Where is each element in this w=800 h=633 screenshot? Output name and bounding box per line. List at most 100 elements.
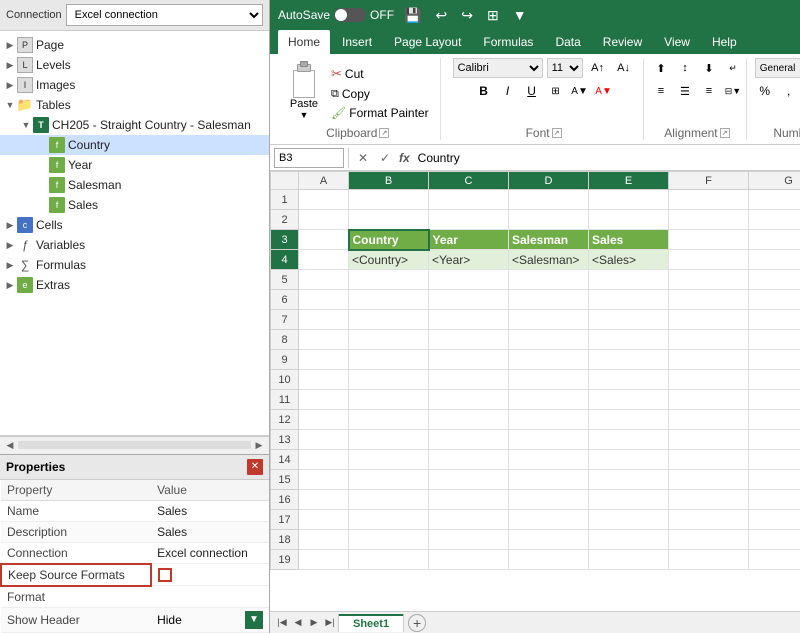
cell-B13[interactable] <box>349 430 429 450</box>
tree-item-formulas[interactable]: ▶ ∑ Formulas <box>0 255 269 275</box>
font-size-select[interactable]: 11 <box>547 58 583 78</box>
row-header-16[interactable]: 16 <box>271 490 299 510</box>
cell-A13[interactable] <box>299 430 349 450</box>
connection-select[interactable]: Excel connection <box>66 4 263 26</box>
cell-E8[interactable] <box>589 330 669 350</box>
undo-icon[interactable]: ↩ <box>431 5 451 26</box>
cell-E17[interactable] <box>589 510 669 530</box>
custom-icon[interactable]: ⊞ <box>483 5 503 26</box>
sheet-tab-sheet1[interactable]: Sheet1 <box>338 614 404 632</box>
prop-value-show-header[interactable]: Hide ▼ <box>151 608 269 633</box>
cell-D7[interactable] <box>509 310 589 330</box>
sheet-grid[interactable]: A B C D E F G 123CountryYearSalesmanSale… <box>270 171 800 611</box>
cell-A3[interactable] <box>299 230 349 250</box>
cell-E1[interactable] <box>589 190 669 210</box>
cell-B2[interactable] <box>349 210 429 230</box>
cell-G14[interactable] <box>749 450 800 470</box>
cell-C18[interactable] <box>429 530 509 550</box>
cell-A5[interactable] <box>299 270 349 290</box>
tree-item-levels[interactable]: ▶ L Levels <box>0 55 269 75</box>
cell-C13[interactable] <box>429 430 509 450</box>
cell-A2[interactable] <box>299 210 349 230</box>
row-header-6[interactable]: 6 <box>271 290 299 310</box>
add-sheet-button[interactable]: + <box>408 614 426 632</box>
cell-E13[interactable] <box>589 430 669 450</box>
confirm-formula-button[interactable]: ✓ <box>375 149 395 167</box>
align-center-button[interactable]: ☰ <box>674 81 696 101</box>
cell-B17[interactable] <box>349 510 429 530</box>
copy-button[interactable]: ⧉ Copy <box>328 86 432 102</box>
cell-B18[interactable] <box>349 530 429 550</box>
cell-G12[interactable] <box>749 410 800 430</box>
cell-B7[interactable] <box>349 310 429 330</box>
col-header-c[interactable]: C <box>429 172 509 190</box>
tab-help[interactable]: Help <box>702 30 747 54</box>
decrease-font-button[interactable]: A↓ <box>613 58 635 78</box>
cell-G13[interactable] <box>749 430 800 450</box>
cell-B1[interactable] <box>349 190 429 210</box>
cell-D19[interactable] <box>509 550 589 570</box>
cell-D11[interactable] <box>509 390 589 410</box>
cell-B4[interactable]: <Country> <box>349 250 429 270</box>
cell-E3[interactable]: Sales <box>589 230 669 250</box>
cell-G4[interactable] <box>749 250 800 270</box>
row-header-5[interactable]: 5 <box>271 270 299 290</box>
cell-A14[interactable] <box>299 450 349 470</box>
sheet-nav-last[interactable]: ▶| <box>322 615 338 631</box>
tree-item-cells[interactable]: ▶ c Cells <box>0 215 269 235</box>
row-header-4[interactable]: 4 <box>271 250 299 270</box>
scroll-right-btn[interactable]: ▶ <box>251 440 267 451</box>
cell-C9[interactable] <box>429 350 509 370</box>
percent-button[interactable]: % <box>754 81 776 101</box>
row-header-2[interactable]: 2 <box>271 210 299 230</box>
cell-G9[interactable] <box>749 350 800 370</box>
cell-G3[interactable] <box>749 230 800 250</box>
cell-E18[interactable] <box>589 530 669 550</box>
merge-button[interactable]: ⊟▼ <box>722 81 744 101</box>
cell-F13[interactable] <box>669 430 749 450</box>
cell-E19[interactable] <box>589 550 669 570</box>
cell-D16[interactable] <box>509 490 589 510</box>
tree-item-ch205[interactable]: ▼ T CH205 - Straight Country - Salesman <box>0 115 269 135</box>
cell-G17[interactable] <box>749 510 800 530</box>
row-header-12[interactable]: 12 <box>271 410 299 430</box>
row-header-1[interactable]: 1 <box>271 190 299 210</box>
cell-A7[interactable] <box>299 310 349 330</box>
cell-E12[interactable] <box>589 410 669 430</box>
tree-item-year[interactable]: f Year <box>0 155 269 175</box>
cell-A4[interactable] <box>299 250 349 270</box>
cell-E15[interactable] <box>589 470 669 490</box>
cell-A17[interactable] <box>299 510 349 530</box>
cell-E6[interactable] <box>589 290 669 310</box>
tree-item-images[interactable]: ▶ I Images <box>0 75 269 95</box>
font-name-select[interactable]: Calibri <box>453 58 543 78</box>
cell-D6[interactable] <box>509 290 589 310</box>
tree-item-variables[interactable]: ▶ ƒ Variables <box>0 235 269 255</box>
cell-C4[interactable]: <Year> <box>429 250 509 270</box>
cell-B15[interactable] <box>349 470 429 490</box>
formula-input[interactable] <box>414 150 800 166</box>
italic-button[interactable]: I <box>497 81 519 101</box>
align-right-button[interactable]: ≡ <box>698 81 720 101</box>
tree-item-extras[interactable]: ▶ e Extras <box>0 275 269 295</box>
row-header-15[interactable]: 15 <box>271 470 299 490</box>
col-header-b[interactable]: B <box>349 172 429 190</box>
col-header-f[interactable]: F <box>669 172 749 190</box>
underline-button[interactable]: U <box>521 81 543 101</box>
format-painter-button[interactable]: 🖌 Format Painter <box>328 105 432 121</box>
paste-arrow[interactable]: ▼ <box>300 110 309 120</box>
cancel-formula-button[interactable]: ✕ <box>353 149 373 167</box>
cell-F12[interactable] <box>669 410 749 430</box>
increase-font-button[interactable]: A↑ <box>587 58 609 78</box>
bold-button[interactable]: B <box>473 81 495 101</box>
cell-F2[interactable] <box>669 210 749 230</box>
row-header-7[interactable]: 7 <box>271 310 299 330</box>
row-header-19[interactable]: 19 <box>271 550 299 570</box>
tab-data[interactable]: Data <box>545 30 590 54</box>
cell-E10[interactable] <box>589 370 669 390</box>
cell-F5[interactable] <box>669 270 749 290</box>
alignment-expand[interactable]: ↗ <box>720 128 730 138</box>
cell-B8[interactable] <box>349 330 429 350</box>
cell-D14[interactable] <box>509 450 589 470</box>
cut-button[interactable]: ✂ Cut <box>328 65 432 83</box>
